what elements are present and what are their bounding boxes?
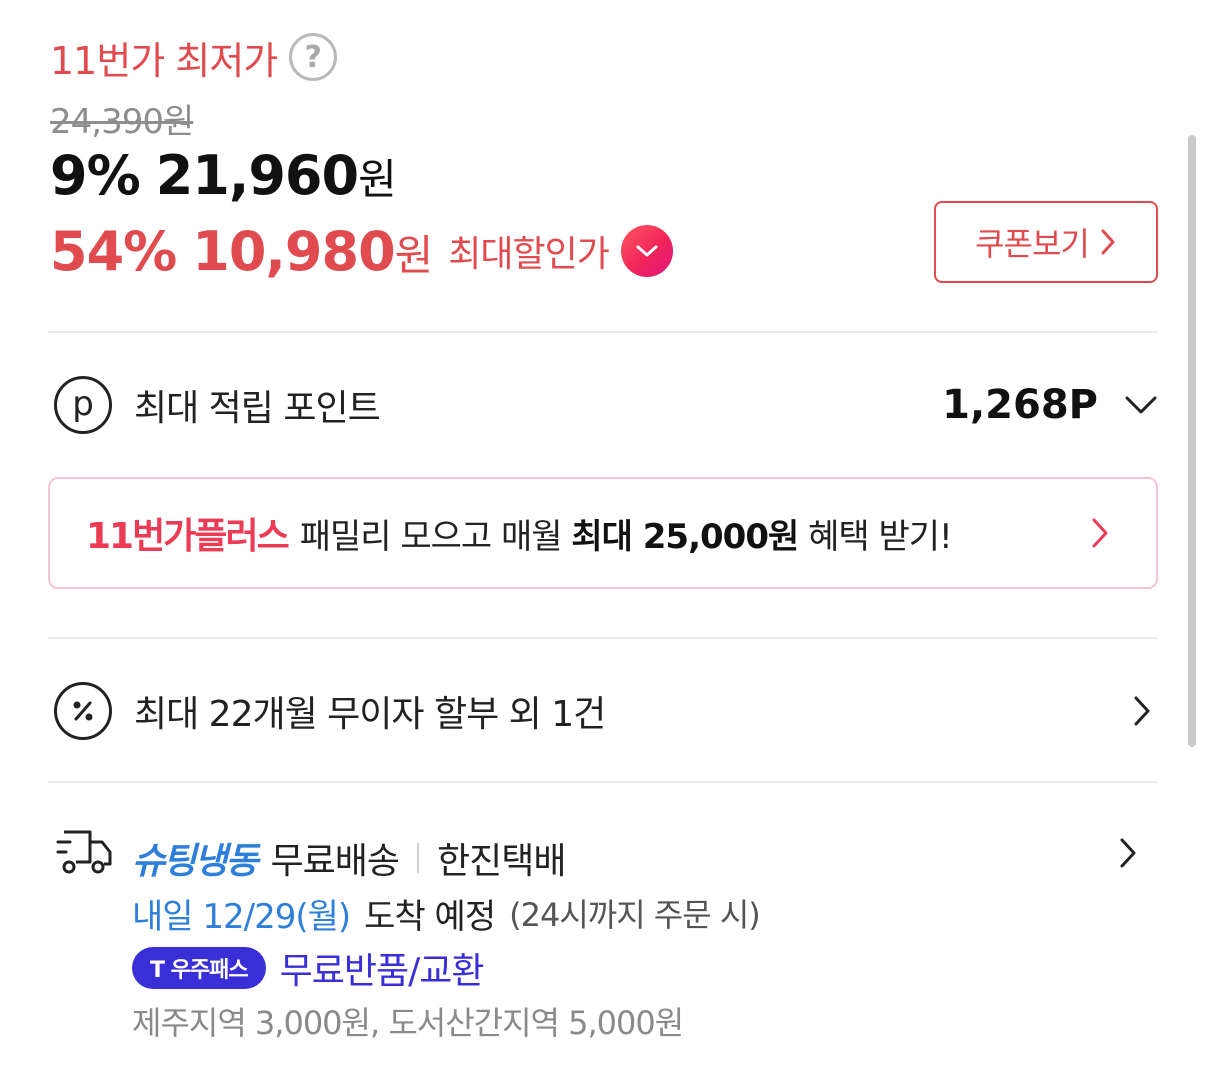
- scrollbar[interactable]: [1188, 135, 1196, 747]
- chevron-right-icon[interactable]: [1118, 836, 1138, 870]
- lowest-price-row: 11번가 최저가 ?: [50, 30, 338, 84]
- chevron-down-icon[interactable]: [620, 225, 673, 277]
- coupon-view-button[interactable]: 쿠폰보기: [934, 201, 1158, 283]
- point-icon: p: [54, 376, 112, 434]
- shipping-method-line: 슈팅냉동 무료배송 한진택배: [132, 832, 566, 884]
- delivery-eta-line: 내일 12/29(월) 도착 예정 (24시까지 주문 시): [132, 887, 761, 939]
- chevron-right-icon: [1101, 229, 1115, 255]
- points-label: 최대 적립 포인트: [134, 388, 381, 429]
- sale-amount: 21,960원: [155, 144, 397, 207]
- max-discount-row: 54% 10,980원 최대할인가: [50, 215, 673, 287]
- truck-icon: [56, 830, 112, 874]
- free-shipping-label: 무료배송: [270, 841, 399, 882]
- divider: [48, 331, 1158, 333]
- chevron-right-icon: [1092, 518, 1108, 548]
- free-return-line: T 우주패스 무료반품/교환: [132, 942, 484, 994]
- chevron-down-icon[interactable]: [1124, 395, 1158, 415]
- eta-date: 내일 12/29(월): [132, 896, 351, 937]
- eta-note: (24시까지 주문 시): [509, 896, 761, 934]
- installment-label: 최대 22개월 무이자 할부 외 1건: [134, 694, 606, 735]
- separator: [416, 843, 419, 873]
- shooting-frozen-logo: 슈팅냉동: [132, 841, 258, 882]
- points-value: 1,268P: [942, 382, 1098, 428]
- points-row[interactable]: p 최대 적립 포인트 1,268P: [48, 375, 1158, 435]
- eta-label: 도착 예정: [364, 896, 496, 937]
- divider: [48, 781, 1158, 783]
- plus-membership-banner[interactable]: 11번가플러스 패밀리 모으고 매월 최대 25,000원 혜택 받기!: [48, 477, 1158, 589]
- divider: [48, 637, 1158, 639]
- installment-row[interactable]: 최대 22개월 무이자 할부 외 1건: [48, 681, 1158, 741]
- original-price: 24,390원: [50, 102, 194, 142]
- extra-fee-line: 제주지역 3,000원, 도서산간지역 5,000원: [132, 996, 684, 1046]
- free-return-label: 무료반품/교환: [279, 951, 485, 992]
- max-discount-label: 최대할인가: [448, 234, 610, 275]
- sale-price-row: 9% 21,960원: [50, 144, 397, 210]
- question-icon[interactable]: ?: [289, 33, 338, 81]
- coupon-view-label: 쿠폰보기: [975, 225, 1090, 263]
- max-discount-percent: 54%: [50, 219, 177, 283]
- plus-brand-logo: 11번가플러스: [86, 516, 290, 557]
- plus-banner-text: 패밀리 모으고 매월 최대 25,000원 혜택 받기!: [299, 516, 953, 557]
- percent-icon: [54, 682, 112, 740]
- sale-percent: 9%: [50, 144, 141, 207]
- extra-fee-text: 제주지역 3,000원, 도서산간지역 5,000원: [132, 1004, 684, 1042]
- product-price-panel: 11번가 최저가 ? 24,390원 9% 21,960원 54% 10,980…: [0, 0, 1206, 1082]
- lowest-price-label: 11번가 최저가: [50, 38, 278, 83]
- chevron-right-icon: [1134, 696, 1150, 726]
- max-discount-amount: 10,980원: [192, 219, 433, 283]
- carrier-label: 한진택배: [436, 841, 566, 882]
- universe-pass-badge: T 우주패스: [132, 947, 266, 989]
